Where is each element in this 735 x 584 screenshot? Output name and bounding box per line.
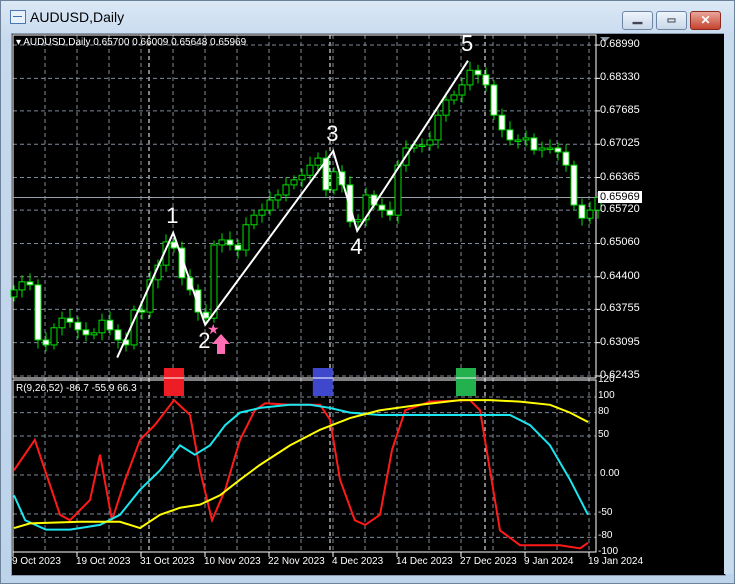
price-tick-label: 0.66365 xyxy=(600,170,640,183)
candle-body xyxy=(266,199,274,211)
time-tick-label: 9 Jan 2024 xyxy=(524,556,574,567)
wave-label-2: 2 xyxy=(198,327,211,353)
time-tick-label: 22 Nov 2023 xyxy=(268,556,325,567)
candle-body xyxy=(466,69,474,86)
candle-body xyxy=(82,329,90,336)
wave-label-3: 3 xyxy=(326,121,339,147)
indicator-tick-label: -50 xyxy=(598,507,613,518)
current-price-label: 0.65969 xyxy=(598,190,642,203)
indicator-tick-label: 0.00 xyxy=(600,468,620,479)
indicator-tick-label: 50 xyxy=(598,429,610,440)
candle-body xyxy=(418,144,426,147)
candle-body xyxy=(442,99,450,116)
price-tick-label: 0.63095 xyxy=(600,335,640,348)
candle-body xyxy=(554,147,562,153)
indicator-tick-label: 80 xyxy=(598,405,610,417)
indicator-tick-label: 120 xyxy=(598,374,615,386)
candle-body xyxy=(66,317,74,323)
candle-body xyxy=(506,129,514,141)
candle-body xyxy=(226,239,234,246)
candle-body xyxy=(298,174,306,181)
price-chart[interactable]: ★ xyxy=(0,0,735,584)
candle-body xyxy=(498,114,506,131)
wave-label-5: 5 xyxy=(461,30,474,56)
time-tick-label: 19 Jan 2024 xyxy=(588,556,644,567)
candle-body xyxy=(378,204,386,211)
wave-label-4: 4 xyxy=(350,233,363,259)
time-tick-label: 4 Dec 2023 xyxy=(332,556,384,567)
candle-body xyxy=(74,321,82,331)
candle-body xyxy=(458,84,466,96)
time-tick-label: 9 Oct 2023 xyxy=(12,556,61,567)
candle-body xyxy=(138,309,146,313)
candle-body xyxy=(522,137,530,141)
candle-body xyxy=(514,139,522,142)
candle-body xyxy=(42,339,50,346)
candle-body xyxy=(274,194,282,201)
time-tick-label: 14 Dec 2023 xyxy=(396,556,453,567)
candle-body xyxy=(570,164,578,206)
candle-body xyxy=(314,157,322,166)
indicator-tick-label: -80 xyxy=(598,530,613,542)
candle-body xyxy=(482,74,490,86)
candle-body xyxy=(50,327,58,346)
candle-body xyxy=(34,284,42,341)
candle-body xyxy=(530,137,538,151)
candle-body xyxy=(562,151,570,166)
candle-body xyxy=(10,289,18,298)
candle-body xyxy=(26,281,34,286)
candle-body xyxy=(234,244,242,251)
price-tick-label: 0.67685 xyxy=(600,103,640,116)
candle-body xyxy=(242,224,250,251)
candle-body xyxy=(434,114,442,141)
candle-body xyxy=(258,209,266,216)
signal-marker-red xyxy=(164,368,184,396)
candle-body xyxy=(450,94,458,101)
candle-body xyxy=(106,319,114,331)
indicator-tick-label: 100 xyxy=(598,390,615,401)
candle-body xyxy=(98,319,106,334)
ohlc-readout: AUDUSD,Daily 0.65700 0.66009 0.65648 0.6… xyxy=(23,37,247,48)
candle-body xyxy=(354,219,362,223)
candle-body xyxy=(578,204,586,219)
candle-body xyxy=(306,164,314,176)
time-tick-label: 31 Oct 2023 xyxy=(140,556,195,567)
time-tick-label: 10 Nov 2023 xyxy=(204,556,261,567)
candle-body xyxy=(210,244,218,319)
time-tick-label: 19 Oct 2023 xyxy=(76,556,131,567)
price-tick-label: 0.68330 xyxy=(600,71,640,84)
candle-body xyxy=(58,317,66,329)
price-tick-label: 0.63755 xyxy=(600,302,640,315)
indicator-header: R(9,26,52) -86.7 -55.9 66.3 xyxy=(16,383,137,394)
chart-header: ▾ AUDUSD,Daily 0.65700 0.66009 0.65648 0… xyxy=(16,37,246,48)
candle-body xyxy=(290,179,298,186)
candle-body xyxy=(474,69,482,76)
candle-body xyxy=(90,332,98,336)
candle-body xyxy=(202,311,210,319)
signal-marker-blue xyxy=(312,368,333,396)
price-tick-label: 0.68990 xyxy=(600,38,640,50)
wave-label-1: 1 xyxy=(166,202,179,228)
candle-body xyxy=(114,329,122,341)
candle-body xyxy=(426,139,434,146)
candle-body xyxy=(490,84,498,116)
price-tick-label: 0.64400 xyxy=(600,269,640,282)
candle-body xyxy=(282,184,290,196)
candle-body xyxy=(386,209,394,216)
buy-arrow-icon xyxy=(212,334,230,354)
signal-marker-green xyxy=(456,368,476,396)
candle-body xyxy=(218,239,226,246)
candle-body xyxy=(330,171,338,191)
candle-body xyxy=(538,147,546,151)
price-tick-label: 0.65720 xyxy=(600,203,640,216)
candle-body xyxy=(546,147,554,151)
time-tick-label: 27 Dec 2023 xyxy=(460,556,517,567)
candle-body xyxy=(18,281,26,291)
price-tick-label: 0.67025 xyxy=(600,137,640,150)
candle-body xyxy=(586,209,594,219)
price-tick-label: 0.65060 xyxy=(600,236,640,249)
candle-body xyxy=(250,214,258,226)
